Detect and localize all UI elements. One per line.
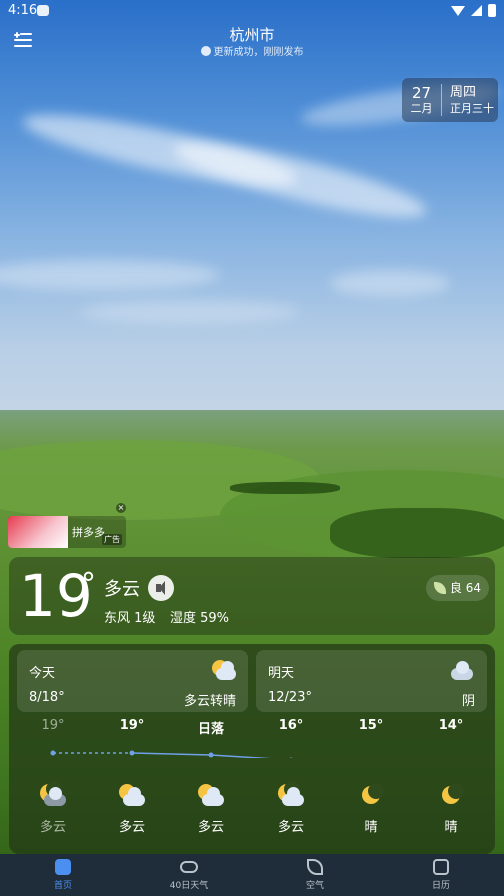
hour-temp: 19°: [41, 718, 65, 733]
notification-icon: [37, 5, 49, 16]
cloud-icon: [180, 861, 198, 873]
today-card[interactable]: 今天 8/18° 多云转晴: [17, 650, 248, 712]
date-card[interactable]: 27 二月 周四 正月三十: [402, 78, 498, 122]
calendar-icon: [433, 859, 449, 875]
leaf-icon: [433, 582, 446, 594]
cloud-decoration: [330, 270, 450, 296]
tomorrow-range: 12/23°: [268, 690, 312, 705]
partly-cloudy-icon: [208, 658, 238, 682]
battery-icon: [488, 4, 496, 17]
status-time: 4:16: [8, 3, 38, 18]
current-wind: 东风 1级: [104, 611, 156, 626]
aqi-text: 良 64: [449, 581, 481, 595]
ad-name: 拼多多: [72, 526, 105, 539]
today-condition: 多云转晴: [183, 694, 236, 709]
ad-banner[interactable]: 拼多多 广告: [8, 516, 126, 548]
city-name[interactable]: 杭州市: [0, 24, 504, 45]
date-solar: 27 二月: [402, 84, 442, 116]
nav-home[interactable]: 首页: [0, 854, 126, 896]
nav-label: 空气: [305, 881, 324, 891]
partly-cloudy-icon: [117, 784, 147, 808]
system-icons: [451, 4, 496, 17]
update-status: 更新成功，刚刚发布: [0, 43, 504, 58]
nav-label: 日历: [431, 881, 450, 891]
cloud-icon: [447, 658, 477, 682]
ad-close-icon[interactable]: ×: [116, 503, 126, 513]
date-weekday: 周四: [450, 85, 477, 100]
ad-tag: 广告: [102, 534, 122, 545]
hour-sunset: 日落: [197, 722, 224, 737]
bottom-nav: 首页 40日天气 空气 日历: [0, 854, 504, 896]
hour-temp: 14°: [438, 718, 464, 733]
hour-condition: 多云: [39, 820, 66, 835]
partly-cloudy-icon: [196, 784, 226, 808]
partly-cloudy-night-icon: [38, 781, 68, 808]
hour-item: 14° 晴: [411, 718, 491, 835]
hour-item: 19° 多云: [13, 718, 93, 835]
current-weather-card[interactable]: 19 ° 多云 东风 1级 湿度 59% 良 64: [9, 557, 495, 635]
degree-symbol: °: [81, 567, 96, 602]
nav-air[interactable]: 空气: [252, 854, 378, 896]
check-icon: [200, 46, 211, 56]
nav-label: 40日天气: [169, 881, 209, 891]
hour-item: 15° 晴: [331, 718, 411, 835]
hour-temp: 19°: [119, 718, 145, 733]
tree-line: [330, 508, 504, 558]
speaker-icon[interactable]: [148, 575, 174, 601]
nav-calendar[interactable]: 日历: [378, 854, 504, 896]
hour-condition: 晴: [444, 820, 458, 835]
tomorrow-label: 明天: [268, 666, 295, 681]
current-humidity: 湿度 59%: [170, 611, 230, 626]
cloud-decoration: [80, 300, 300, 324]
hour-item: 16° 多云: [251, 718, 331, 835]
update-text: 更新成功，刚刚发布: [213, 47, 304, 58]
ad-image: [8, 516, 68, 548]
wifi-icon: [451, 5, 465, 16]
status-bar: 4:16: [0, 0, 504, 24]
moon-icon: [436, 783, 466, 808]
hour-item: 19° 多云: [92, 718, 172, 835]
tree-line: [230, 482, 340, 494]
tomorrow-card[interactable]: 明天 12/23° 阴: [256, 650, 487, 712]
moon-icon: [356, 783, 386, 808]
hour-condition: 多云: [118, 820, 145, 835]
partly-cloudy-night-icon: [276, 781, 306, 808]
hour-condition: 晴: [364, 820, 378, 835]
hour-condition: 多云: [277, 820, 304, 835]
hour-temp: 16°: [278, 718, 304, 733]
date-month: 二月: [410, 102, 433, 115]
leaf-icon: [307, 859, 323, 875]
aqi-badge[interactable]: 良 64: [425, 575, 489, 601]
sky: [0, 0, 504, 440]
today-label: 今天: [29, 666, 56, 681]
nav-label: 首页: [53, 881, 72, 891]
hour-temp: 15°: [358, 718, 384, 733]
hour-condition: 多云: [197, 820, 224, 835]
forecast-panel: 今天 8/18° 多云转晴 明天 12/23° 阴 19° 多云 19° 多云 …: [9, 644, 495, 854]
date-lunar: 周四 正月三十: [442, 84, 494, 116]
nav-40day[interactable]: 40日天气: [126, 854, 252, 896]
hourly-forecast[interactable]: 19° 多云 19° 多云 日落 多云 16° 多云 15° 晴 14° 晴: [9, 718, 495, 848]
date-lunar-text: 正月三十: [450, 102, 494, 115]
date-day: 27: [411, 84, 432, 102]
today-range: 8/18°: [29, 690, 65, 705]
signal-icon: [471, 5, 482, 16]
current-condition: 多云: [104, 579, 140, 600]
hour-item: 日落 多云: [171, 718, 251, 835]
tomorrow-condition: 阴: [461, 694, 475, 709]
home-icon: [55, 859, 71, 875]
